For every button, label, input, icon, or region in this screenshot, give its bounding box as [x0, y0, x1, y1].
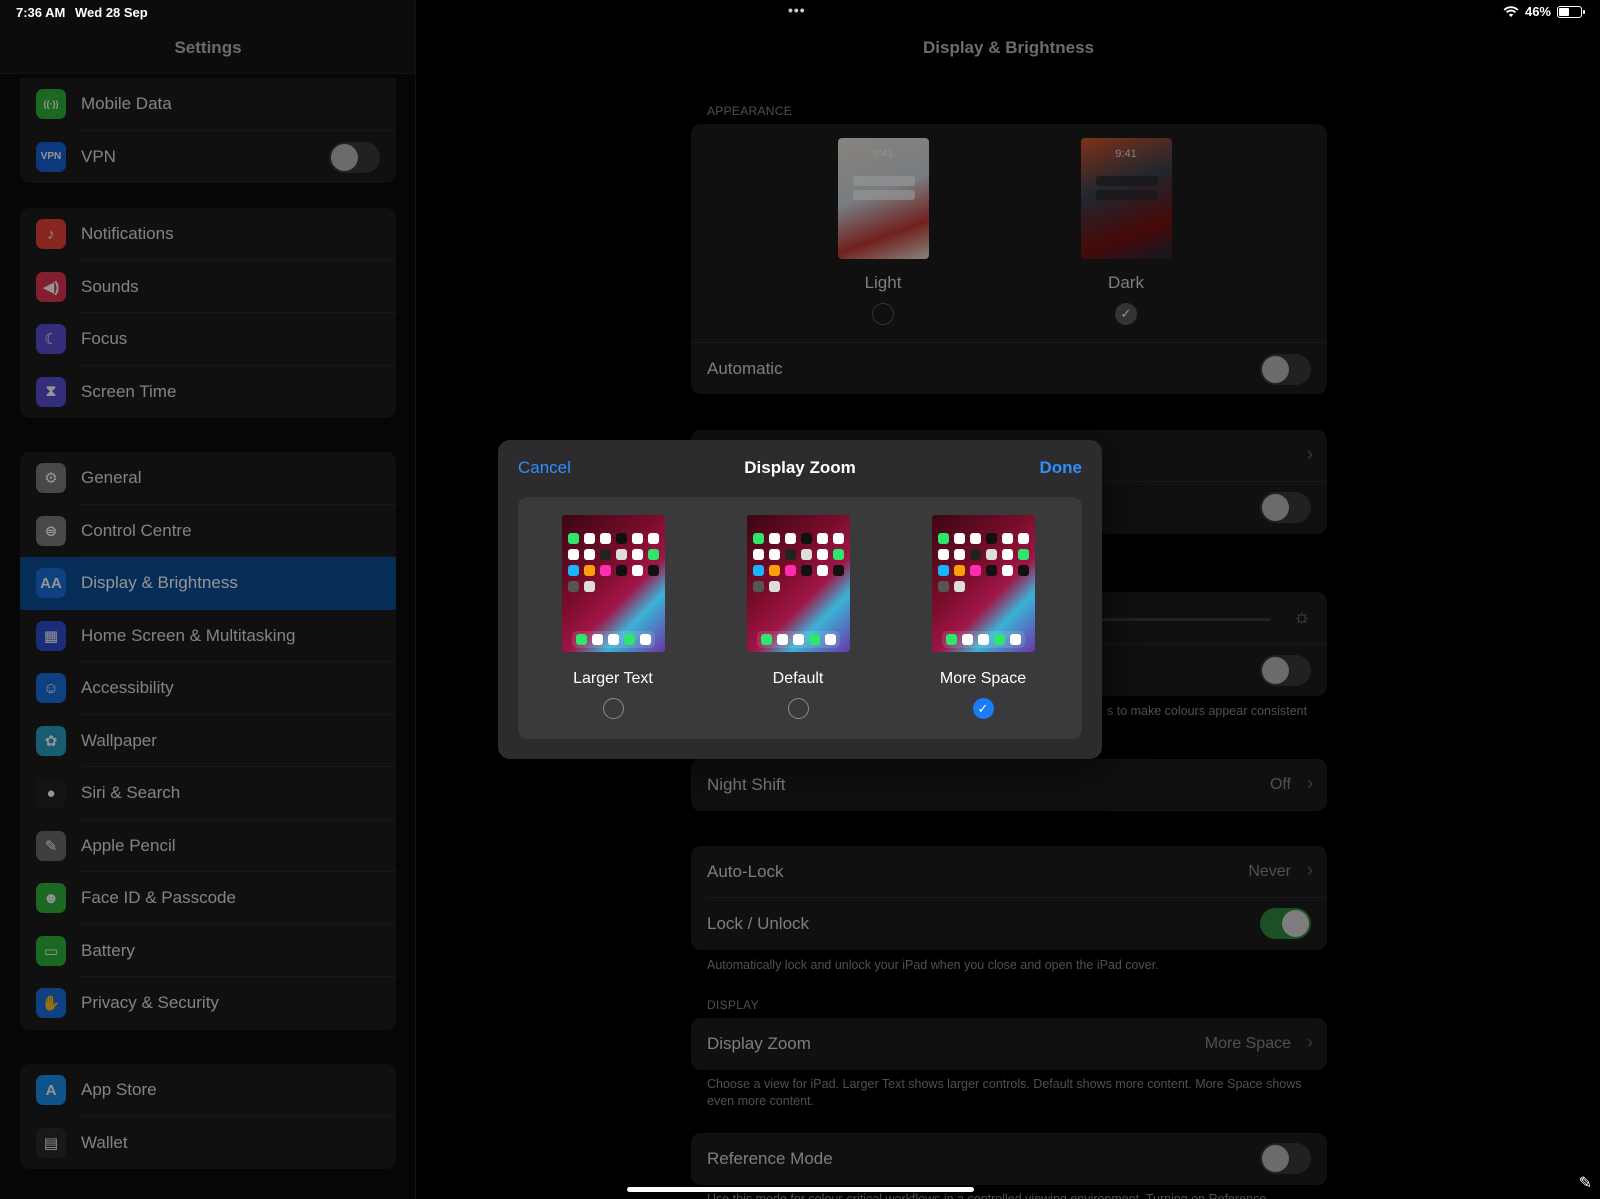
battery-percent: 46%: [1524, 4, 1551, 19]
larger-text-radio[interactable]: [602, 698, 624, 719]
zoom-thumbnail: [561, 515, 665, 652]
home-indicator[interactable]: [627, 1187, 974, 1192]
display-zoom-modal: Display Zoom Cancel Done Larger Text Defa…: [498, 440, 1102, 759]
wifi-icon: [1503, 5, 1519, 17]
zoom-option-more-space[interactable]: More Space ✓: [918, 515, 1048, 719]
zoom-option-larger-text[interactable]: Larger Text: [548, 515, 678, 719]
zoom-option-label: Larger Text: [573, 670, 653, 687]
done-button[interactable]: Done: [1040, 458, 1083, 478]
pencil-shortcut-icon[interactable]: ✎: [1579, 1173, 1592, 1193]
status-bar: 7:36 AM Wed 28 Sep ••• 46%: [0, 0, 1600, 24]
status-date: Wed 28 Sep: [75, 5, 148, 20]
zoom-options-panel: Larger Text Default More Space ✓: [518, 497, 1082, 739]
zoom-thumbnail: [931, 515, 1035, 652]
zoom-option-label: Default: [772, 670, 824, 687]
modal-title: Display Zoom: [744, 458, 856, 477]
status-time: 7:36 AM: [16, 5, 66, 20]
battery-icon: [1557, 5, 1585, 18]
multitasking-dots-icon[interactable]: •••: [788, 2, 806, 18]
default-radio[interactable]: [787, 698, 809, 719]
cancel-button[interactable]: Cancel: [518, 458, 571, 478]
zoom-thumbnail: [746, 515, 850, 652]
zoom-option-default[interactable]: Default: [733, 515, 863, 719]
zoom-option-label: More Space: [939, 670, 1027, 687]
more-space-radio[interactable]: ✓: [972, 698, 994, 719]
status-right: 46%: [1503, 4, 1585, 19]
